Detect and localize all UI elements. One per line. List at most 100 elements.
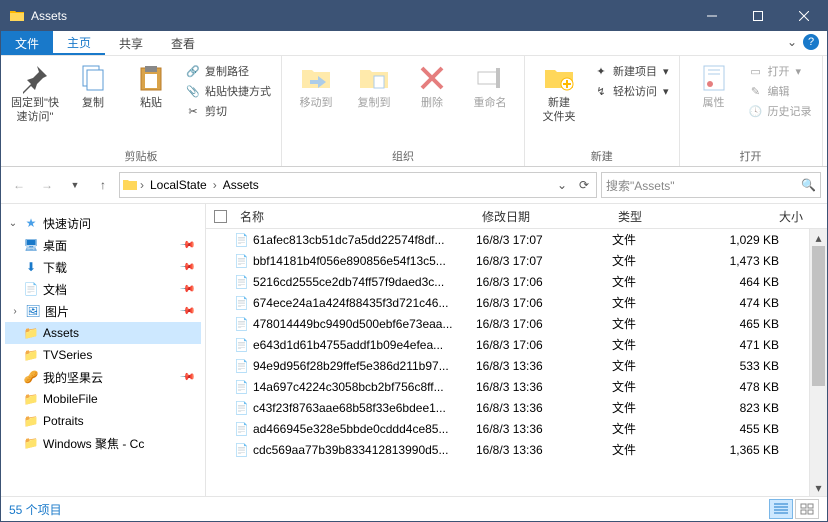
nav-mobilefile[interactable]: 📁MobileFile bbox=[5, 388, 201, 410]
file-row[interactable]: 📄ad466945e328e5bbde0cddd4ce85...16/8/3 1… bbox=[206, 418, 827, 439]
nav-recent-button[interactable]: ▼ bbox=[63, 173, 87, 197]
nav-pane: ⌄★快速访问 🖥桌面📌 ⬇下载📌 📄文档📌 ›🖼图片📌 📁Assets 📁TVS… bbox=[1, 204, 206, 496]
file-row[interactable]: 📄61afec813cb51dc7a5dd22574f8df...16/8/3 … bbox=[206, 229, 827, 250]
file-name: ad466945e328e5bbde0cddd4ce85... bbox=[253, 422, 449, 436]
copyto-button[interactable]: 复制到 bbox=[346, 60, 402, 112]
copyto-icon bbox=[358, 62, 390, 94]
delete-button[interactable]: 删除 bbox=[404, 60, 460, 112]
nav-spotlight[interactable]: 📁Windows 聚焦 - Cc bbox=[5, 432, 201, 454]
open-button[interactable]: ▭打开▾ bbox=[744, 62, 816, 80]
properties-icon bbox=[698, 62, 730, 94]
file-row[interactable]: 📄e643d1d61b4755addf1b09e4efea...16/8/3 1… bbox=[206, 334, 827, 355]
address-bar[interactable]: › LocalState › Assets ⌄ ⟳ bbox=[119, 172, 597, 198]
edit-button[interactable]: ✎编辑 bbox=[744, 82, 816, 100]
refresh-button[interactable]: ⟳ bbox=[574, 173, 594, 197]
new-folder-icon bbox=[543, 62, 575, 94]
new-folder-button[interactable]: 新建 文件夹 bbox=[531, 60, 587, 126]
properties-button[interactable]: 属性 bbox=[686, 60, 742, 112]
file-name: 5216cd2555ce2db74ff57f9daed3c... bbox=[253, 275, 444, 289]
nav-forward-button[interactable]: → bbox=[35, 173, 59, 197]
pictures-icon: 🖼 bbox=[25, 303, 41, 319]
view-details-button[interactable] bbox=[769, 499, 793, 519]
nav-quick-access[interactable]: ⌄★快速访问 bbox=[5, 212, 201, 234]
scrollbar[interactable]: ▴ ▾ bbox=[809, 229, 827, 496]
col-date[interactable]: 修改日期 bbox=[476, 208, 612, 225]
titlebar[interactable]: Assets bbox=[1, 1, 827, 31]
address-dropdown[interactable]: ⌄ bbox=[552, 173, 572, 197]
star-icon: ★ bbox=[23, 215, 39, 231]
file-row[interactable]: 📄674ece24a1a424f88435f3d721c46...16/8/3 … bbox=[206, 292, 827, 313]
moveto-button[interactable]: 移动到 bbox=[288, 60, 344, 112]
close-button[interactable] bbox=[781, 1, 827, 31]
edit-icon: ✎ bbox=[748, 83, 764, 99]
file-row[interactable]: 📄5216cd2555ce2db74ff57f9daed3c...16/8/3 … bbox=[206, 271, 827, 292]
file-row[interactable]: 📄c43f23f8763aae68b58f33e6bdee1...16/8/3 … bbox=[206, 397, 827, 418]
view-icons-button[interactable] bbox=[795, 499, 819, 519]
col-name[interactable]: 名称 bbox=[234, 208, 476, 225]
new-item-button[interactable]: ✦新建项目▾ bbox=[589, 62, 673, 80]
nav-documents[interactable]: 📄文档📌 bbox=[5, 278, 201, 300]
copy-path-button[interactable]: 🔗复制路径 bbox=[181, 62, 275, 80]
pin-quickaccess-button[interactable]: 固定到"快 速访问" bbox=[7, 60, 63, 126]
document-icon: 📄 bbox=[23, 281, 39, 297]
history-button[interactable]: 🕓历史记录 bbox=[744, 102, 816, 120]
select-all-checkbox[interactable] bbox=[214, 210, 227, 223]
file-date: 16/8/3 13:36 bbox=[476, 380, 612, 394]
scroll-down-icon[interactable]: ▾ bbox=[810, 479, 827, 496]
file-size: 1,029 KB bbox=[720, 233, 809, 247]
nav-jianguo[interactable]: 🥜我的坚果云📌 bbox=[5, 366, 201, 388]
file-row[interactable]: 📄478014449bc9490d500ebf6e73eaa...16/8/3 … bbox=[206, 313, 827, 334]
file-date: 16/8/3 17:06 bbox=[476, 296, 612, 310]
file-size: 471 KB bbox=[720, 338, 809, 352]
file-name: 478014449bc9490d500ebf6e73eaa... bbox=[253, 317, 453, 331]
help-icon[interactable]: ? bbox=[803, 34, 819, 50]
file-type: 文件 bbox=[612, 231, 720, 248]
file-date: 16/8/3 17:06 bbox=[476, 317, 612, 331]
maximize-button[interactable] bbox=[735, 1, 781, 31]
folder-icon: 📁 bbox=[23, 347, 39, 363]
file-date: 16/8/3 13:36 bbox=[476, 359, 612, 373]
nav-back-button[interactable]: ← bbox=[7, 173, 31, 197]
copy-button[interactable]: 复制 bbox=[65, 60, 121, 112]
paste-shortcut-button[interactable]: 📎粘贴快捷方式 bbox=[181, 82, 275, 100]
file-row[interactable]: 📄94e9d956f28b29ffef5e386d211b97...16/8/3… bbox=[206, 355, 827, 376]
nav-assets[interactable]: 📁Assets bbox=[5, 322, 201, 344]
rename-button[interactable]: 重命名 bbox=[462, 60, 518, 112]
tab-home[interactable]: 主页 bbox=[53, 31, 105, 55]
ribbon: 固定到"快 速访问" 复制 粘贴 🔗复制路径 📎粘贴快捷方式 ✂剪切 剪贴板 移… bbox=[1, 56, 827, 167]
breadcrumb-seg[interactable]: Assets bbox=[219, 178, 263, 192]
scroll-thumb[interactable] bbox=[812, 246, 825, 386]
cut-button[interactable]: ✂剪切 bbox=[181, 102, 275, 120]
nav-up-button[interactable]: ↑ bbox=[91, 173, 115, 197]
breadcrumb-seg[interactable]: LocalState bbox=[146, 178, 211, 192]
search-input[interactable]: 搜索"Assets" 🔍 bbox=[601, 172, 821, 198]
ribbon-collapse-icon[interactable]: ⌄ bbox=[787, 35, 797, 49]
file-row[interactable]: 📄bbf14181b4f056e890856e54f13c5...16/8/3 … bbox=[206, 250, 827, 271]
file-name: e643d1d61b4755addf1b09e4efea... bbox=[253, 338, 443, 352]
col-type[interactable]: 类型 bbox=[612, 208, 720, 225]
file-list: 📄61afec813cb51dc7a5dd22574f8df...16/8/3 … bbox=[206, 229, 827, 496]
file-row[interactable]: 📄14a697c4224c3058bcb2bf756c8ff...16/8/3 … bbox=[206, 376, 827, 397]
folder-icon: 📁 bbox=[23, 413, 39, 429]
nav-potraits[interactable]: 📁Potraits bbox=[5, 410, 201, 432]
pin-icon: 📌 bbox=[178, 237, 195, 254]
file-type: 文件 bbox=[612, 357, 720, 374]
easy-access-button[interactable]: ↯轻松访问▾ bbox=[589, 82, 673, 100]
nav-downloads[interactable]: ⬇下载📌 bbox=[5, 256, 201, 278]
pin-icon: 📌 bbox=[178, 281, 195, 298]
file-size: 1,473 KB bbox=[720, 254, 809, 268]
minimize-button[interactable] bbox=[689, 1, 735, 31]
ribbon-tabs: 文件 主页 共享 查看 ⌄ ? bbox=[1, 31, 827, 56]
tab-share[interactable]: 共享 bbox=[105, 31, 157, 55]
col-size[interactable]: 大小 bbox=[720, 208, 809, 225]
file-row[interactable]: 📄cdc569aa77b39b833412813990d5...16/8/3 1… bbox=[206, 439, 827, 460]
file-type: 文件 bbox=[612, 336, 720, 353]
scroll-up-icon[interactable]: ▴ bbox=[810, 229, 827, 246]
nav-tvseries[interactable]: 📁TVSeries bbox=[5, 344, 201, 366]
tab-view[interactable]: 查看 bbox=[157, 31, 209, 55]
paste-button[interactable]: 粘贴 bbox=[123, 60, 179, 112]
tab-file[interactable]: 文件 bbox=[1, 31, 53, 55]
nav-pictures[interactable]: ›🖼图片📌 bbox=[5, 300, 201, 322]
nav-desktop[interactable]: 🖥桌面📌 bbox=[5, 234, 201, 256]
pin-icon bbox=[19, 62, 51, 94]
